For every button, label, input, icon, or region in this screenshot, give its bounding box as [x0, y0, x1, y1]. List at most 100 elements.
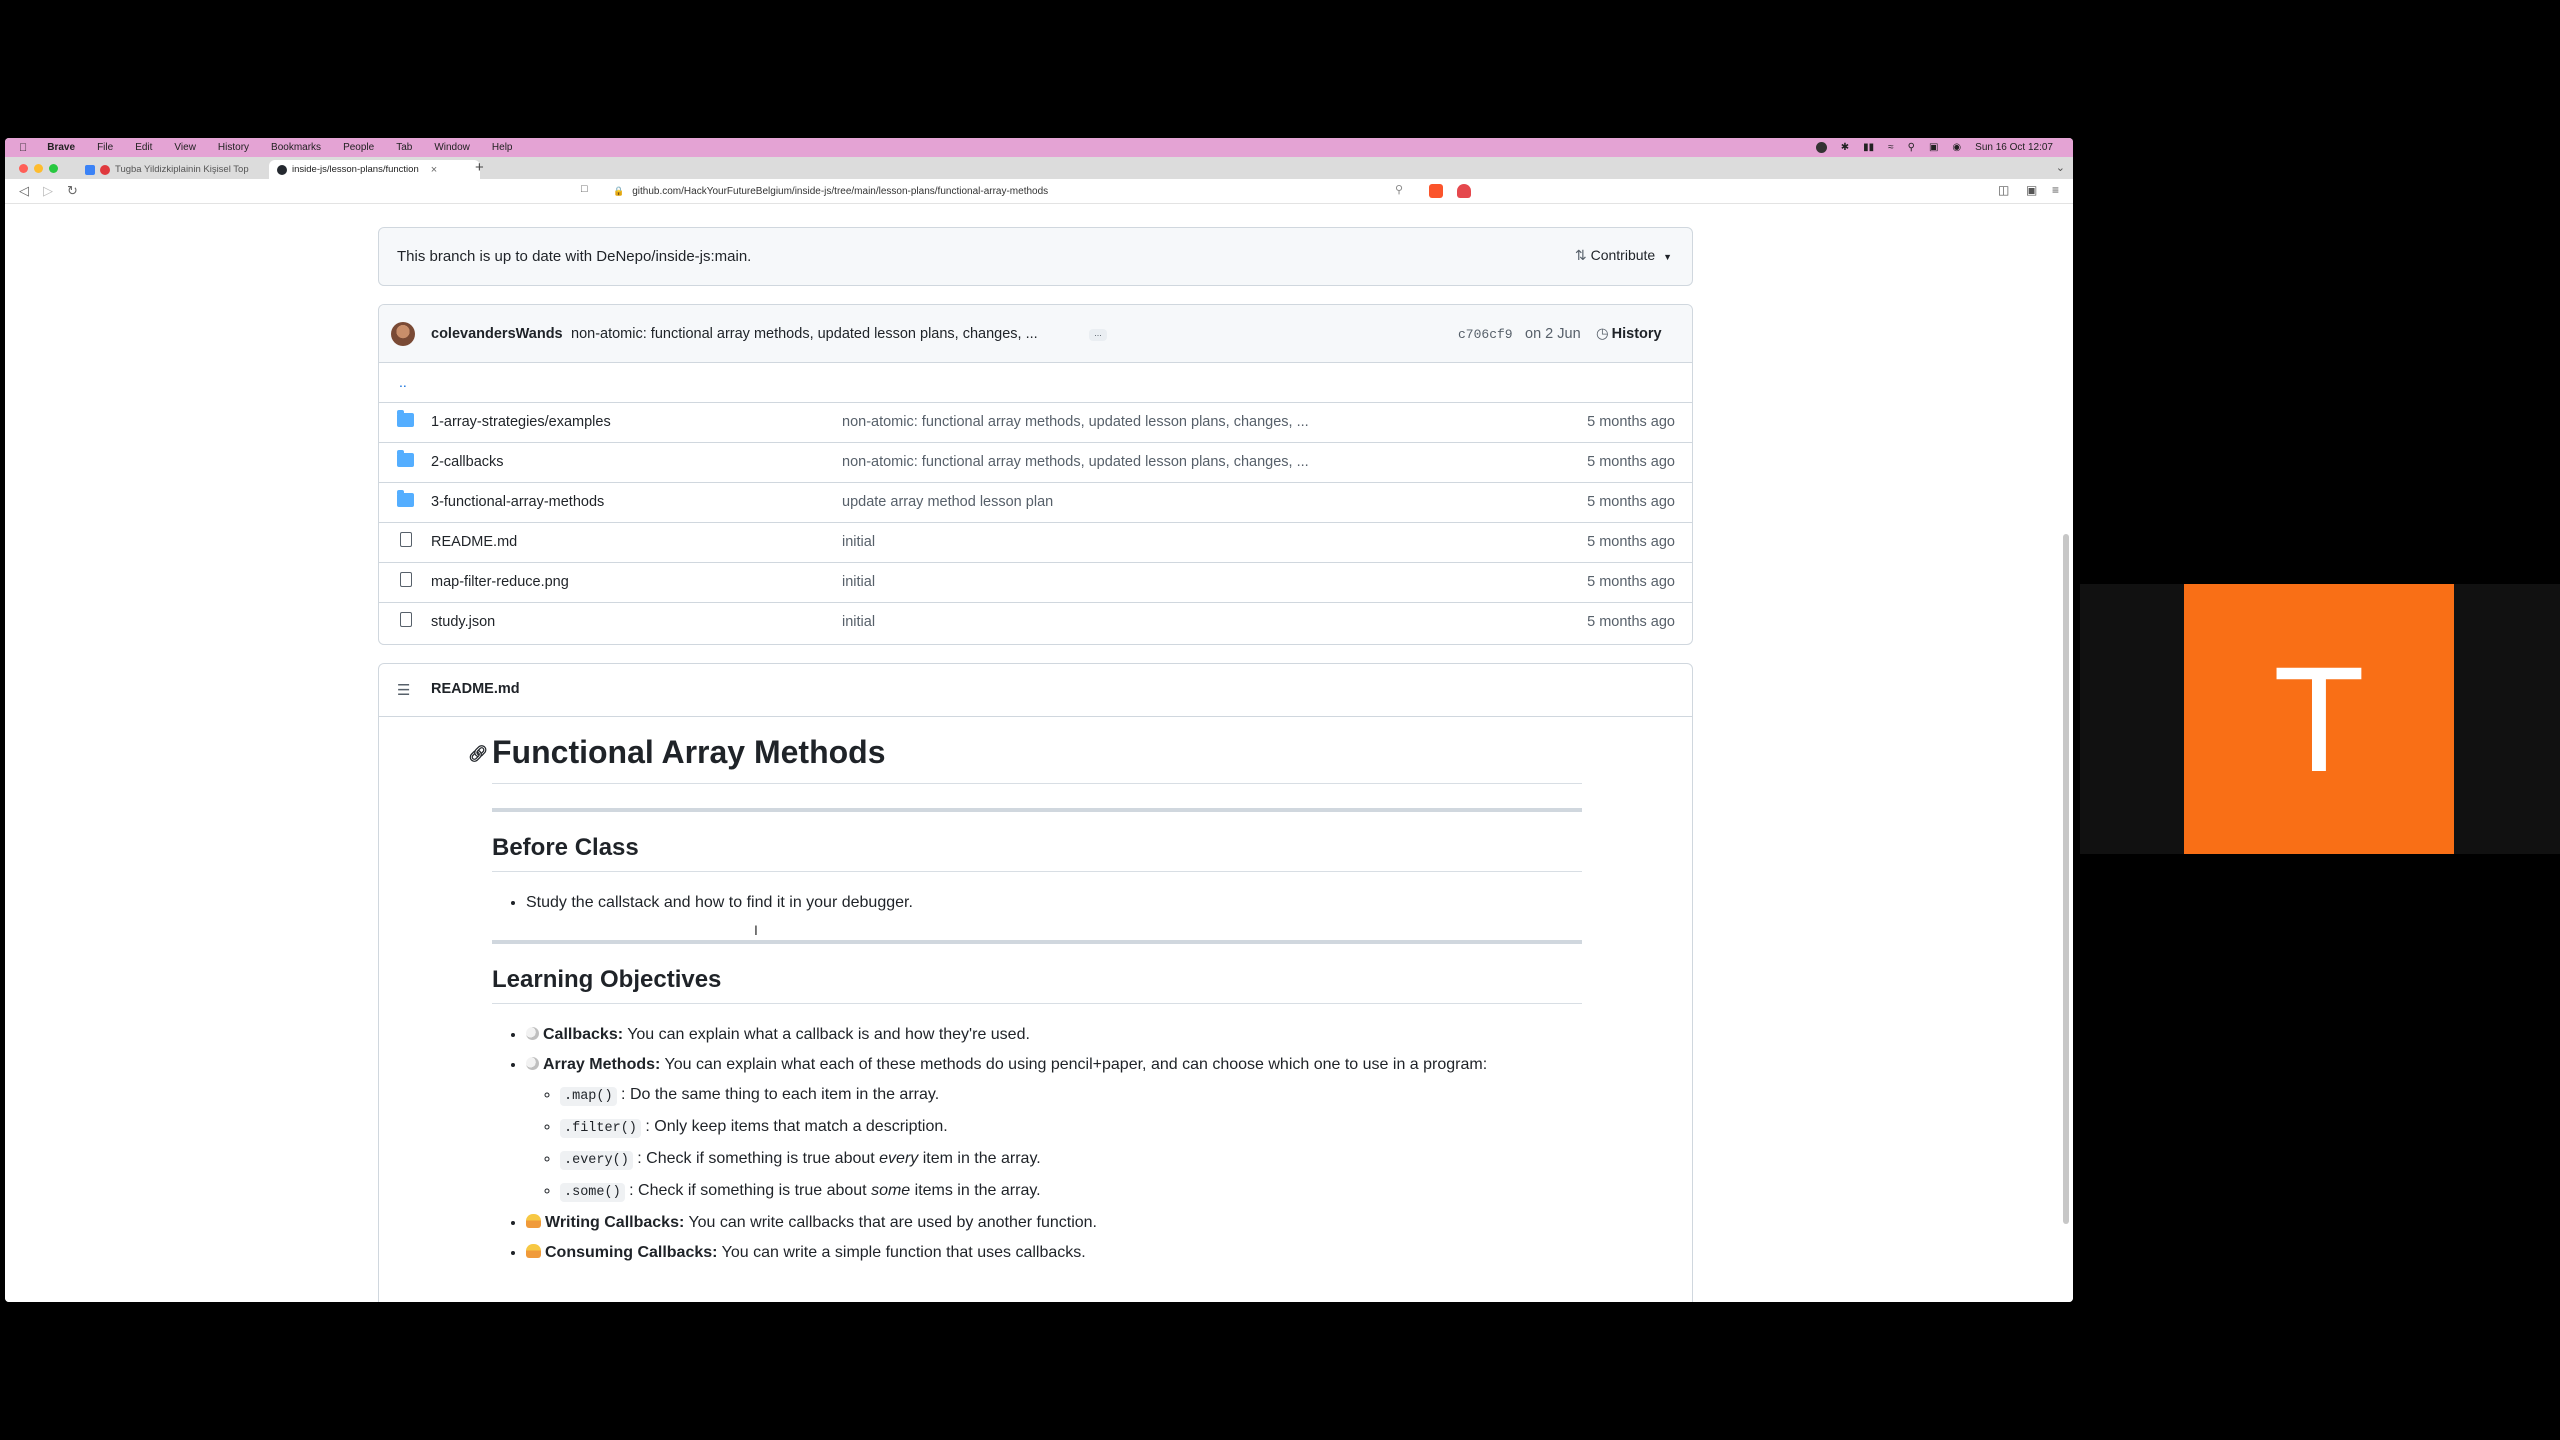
- menu-edit[interactable]: Edit: [135, 142, 152, 153]
- tab-list-chevron-icon[interactable]: ⌄: [2056, 161, 2065, 174]
- file-name-link[interactable]: map-filter-reduce.png: [431, 574, 569, 590]
- file-row[interactable]: README.md initial 5 months ago: [379, 523, 1692, 563]
- file-name-link[interactable]: 1-array-strategies/examples: [431, 414, 611, 430]
- wallet-icon[interactable]: ▣: [2026, 183, 2037, 197]
- brave-rewards-icon[interactable]: [1457, 184, 1471, 198]
- menu-icon[interactable]: ≡: [2052, 183, 2059, 197]
- list-item: Callbacks: You can explain what a callba…: [526, 1020, 1582, 1050]
- spotlight-icon[interactable]: ⚲: [1908, 142, 1915, 153]
- file-commit-message-link[interactable]: initial: [842, 574, 875, 590]
- menu-brave[interactable]: Brave: [47, 142, 75, 153]
- file-name-link[interactable]: 3-functional-array-methods: [431, 494, 604, 510]
- menu-history[interactable]: History: [218, 142, 249, 153]
- close-tab-icon[interactable]: ×: [431, 164, 437, 176]
- code-span: .map(): [560, 1087, 617, 1106]
- objective-text: You can write a simple function that use…: [717, 1244, 1086, 1261]
- objective-label: Writing Callbacks:: [545, 1214, 685, 1231]
- reload-button[interactable]: ↻: [67, 183, 78, 199]
- commit-expand-button[interactable]: ...: [1089, 329, 1107, 341]
- macos-menubar:  Brave File Edit View History Bookmarks…: [5, 138, 2073, 157]
- bookmark-icon[interactable]: □: [581, 183, 588, 195]
- siri-icon[interactable]: ◉: [1952, 142, 1961, 153]
- menu-people[interactable]: People: [343, 142, 374, 153]
- brave-shields-icon[interactable]: [1429, 184, 1443, 198]
- address-toolbar: ◁ ▷ ↻ □ 🔒 github.com/HackYourFutureBelgi…: [5, 179, 2073, 204]
- minimize-window-button[interactable]: [34, 164, 43, 173]
- page-scrollbar[interactable]: [2063, 534, 2069, 1224]
- file-commit-message-link[interactable]: initial: [842, 534, 875, 550]
- objective-text: You can explain what each of these metho…: [660, 1056, 1488, 1073]
- menu-tab[interactable]: Tab: [396, 142, 412, 153]
- new-tab-button[interactable]: +: [475, 159, 484, 176]
- commit-author-link[interactable]: colevandersWands: [431, 326, 563, 342]
- h1-text: Functional Array Methods: [492, 734, 886, 770]
- back-button[interactable]: ◁: [19, 183, 29, 199]
- divider: [492, 808, 1582, 812]
- table-of-contents-icon[interactable]: ☰: [397, 681, 410, 699]
- status-app-icon[interactable]: [1815, 142, 1827, 153]
- menu-file[interactable]: File: [97, 142, 113, 153]
- list-item: Writing Callbacks: You can write callbac…: [526, 1208, 1582, 1238]
- wifi-icon[interactable]: ≈: [1888, 142, 1894, 153]
- tab-inside-js[interactable]: inside-js/lesson-plans/function ×: [269, 160, 480, 179]
- page-title: 🔗︎ Functional Array Methods: [468, 734, 1582, 784]
- objective-label: Consuming Callbacks:: [545, 1244, 718, 1261]
- file-commit-message-link[interactable]: initial: [842, 614, 875, 630]
- file-commit-message-link[interactable]: non-atomic: functional array methods, up…: [842, 454, 1309, 470]
- branch-status-box: This branch is up to date with DeNepo/in…: [378, 227, 1693, 286]
- methods-list: .map() : Do the same thing to each item …: [526, 1080, 1582, 1208]
- readme-title[interactable]: README.md: [431, 681, 520, 697]
- commit-sha-link[interactable]: c706cf9: [1458, 327, 1513, 342]
- contribute-button[interactable]: ⇅ Contribute ▼: [1575, 247, 1672, 264]
- folder-icon: [397, 410, 414, 427]
- tab-tugba[interactable]: Tugba Yildizkiplainin Kişisel Top: [77, 160, 273, 179]
- hatching-chick-emoji-icon: [526, 1244, 541, 1258]
- status-area: ✱ ▮▮ ≈ ⚲ ▣ ◉ Sun 16 Oct 12:07: [1815, 138, 2053, 157]
- battery-icon[interactable]: ▮▮: [1863, 142, 1874, 153]
- parent-directory-link[interactable]: ..: [399, 374, 407, 390]
- participant-avatar[interactable]: T: [2184, 584, 2454, 854]
- file-row[interactable]: 3-functional-array-methods update array …: [379, 483, 1692, 523]
- zoom-icon[interactable]: ⚲: [1395, 183, 1403, 196]
- file-name-link[interactable]: 2-callbacks: [431, 454, 504, 470]
- recording-icon: [100, 164, 110, 175]
- objective-label: Array Methods:: [543, 1056, 661, 1073]
- close-window-button[interactable]: [19, 164, 28, 173]
- folder-icon: [397, 450, 414, 467]
- bluetooth-icon[interactable]: ✱: [1841, 142, 1849, 153]
- control-center-icon[interactable]: ▣: [1929, 142, 1938, 153]
- commit-message-link[interactable]: non-atomic: functional array methods, up…: [571, 326, 1038, 342]
- menu-help[interactable]: Help: [492, 142, 513, 153]
- sidebar-toggle-icon[interactable]: ◫: [1998, 183, 2009, 197]
- git-pull-request-icon: ⇅: [1574, 247, 1587, 263]
- forward-button[interactable]: ▷: [43, 183, 53, 199]
- apple-icon[interactable]: : [19, 142, 27, 154]
- file-row[interactable]: 1-array-strategies/examples non-atomic: …: [379, 403, 1692, 443]
- menu-view[interactable]: View: [174, 142, 196, 153]
- method-text: item in the array.: [918, 1150, 1041, 1167]
- file-name-link[interactable]: README.md: [431, 534, 517, 550]
- file-icon: [400, 532, 412, 547]
- file-commit-message-link[interactable]: non-atomic: functional array methods, up…: [842, 414, 1309, 430]
- file-row[interactable]: 2-callbacks non-atomic: functional array…: [379, 443, 1692, 483]
- github-icon: [277, 164, 287, 175]
- file-row[interactable]: map-filter-reduce.png initial 5 months a…: [379, 563, 1692, 603]
- file-commit-message-link[interactable]: update array method lesson plan: [842, 494, 1053, 510]
- url-field[interactable]: 🔒 github.com/HackYourFutureBelgium/insid…: [613, 184, 1415, 199]
- zoom-window-button[interactable]: [49, 164, 58, 173]
- list-item: Array Methods: You can explain what each…: [526, 1050, 1582, 1208]
- menu-bookmarks[interactable]: Bookmarks: [271, 142, 321, 153]
- file-name-link[interactable]: study.json: [431, 614, 495, 630]
- history-button[interactable]: ◷ History: [1596, 326, 1662, 342]
- file-row[interactable]: study.json initial 5 months ago: [379, 603, 1692, 642]
- file-icon: [400, 612, 412, 627]
- parent-directory-row[interactable]: ..: [379, 362, 1692, 403]
- avatar[interactable]: [391, 322, 415, 346]
- list-item: .some() : Check if something is true abo…: [560, 1176, 1582, 1208]
- menu-window[interactable]: Window: [434, 142, 470, 153]
- tab-favicon-icon: [85, 164, 95, 175]
- tab-title: inside-js/lesson-plans/function: [292, 164, 419, 175]
- link-icon[interactable]: 🔗︎: [468, 744, 488, 764]
- method-text: : Only keep items that match a descripti…: [640, 1118, 948, 1135]
- menubar-clock[interactable]: Sun 16 Oct 12:07: [1975, 142, 2053, 153]
